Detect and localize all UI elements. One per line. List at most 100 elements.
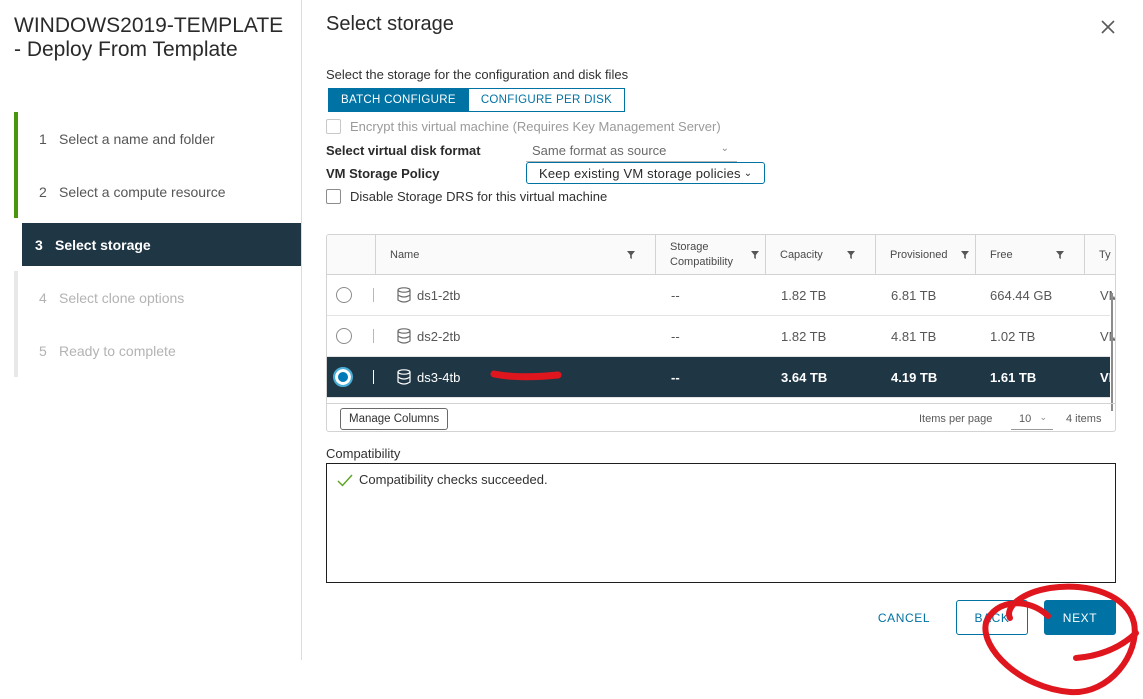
column-title: Provisioned — [890, 248, 948, 261]
disk-format-value: Same format as source — [532, 143, 667, 158]
column-title: Capacity — [780, 248, 823, 261]
column-title: Free — [990, 248, 1013, 261]
datastore-name: ds2-2tb — [417, 328, 461, 344]
datastore-icon — [397, 369, 411, 385]
column-title: Storage Compatibility — [670, 241, 733, 268]
filter-icon[interactable] — [846, 250, 856, 260]
column-header-free[interactable]: Free — [975, 235, 1085, 275]
storage-policy-value: Keep existing VM storage policies — [539, 165, 741, 181]
free-cell: 664.44 GB — [990, 287, 1053, 303]
column-header-name[interactable]: Name — [375, 235, 656, 275]
row-radio-selected[interactable] — [333, 367, 353, 387]
encrypt-checkbox[interactable] — [326, 119, 341, 134]
wizard-title: WINDOWS2019-TEMPLATE - Deploy From Templ… — [14, 14, 284, 61]
back-button[interactable]: BACK — [956, 600, 1028, 635]
batch-configure-button[interactable]: BATCH CONFIGURE — [328, 88, 469, 112]
compatibility-label: Compatibility — [326, 446, 401, 461]
free-cell: 1.02 TB — [990, 328, 1036, 344]
close-icon[interactable] — [1099, 18, 1117, 36]
capacity-cell: 1.82 TB — [781, 328, 827, 344]
cell-divider — [373, 370, 374, 384]
free-cell: 1.61 TB — [990, 369, 1037, 385]
column-header-type[interactable]: Ty — [1084, 235, 1115, 275]
datastore-name: ds3-4tb — [417, 369, 461, 385]
disable-drs-row: Disable Storage DRS for this virtual mac… — [326, 189, 607, 204]
disk-format-select[interactable]: Same format as source ⌄ — [526, 140, 737, 162]
column-header-capacity[interactable]: Capacity — [765, 235, 876, 275]
compatibility-text: Compatibility checks succeeded. — [359, 472, 548, 487]
step-label: Ready to complete — [59, 342, 176, 359]
chevron-down-icon: ⌄ — [720, 143, 729, 154]
cell-divider — [373, 288, 374, 302]
column-title: Name — [390, 248, 420, 261]
cell-divider — [373, 329, 374, 343]
wizard-step-select-storage[interactable]: 3 Select storage — [22, 223, 301, 266]
datastore-name: ds1-2tb — [417, 287, 461, 303]
filter-icon[interactable] — [626, 250, 636, 260]
filter-icon[interactable] — [960, 250, 970, 260]
type-cell: VM — [1100, 328, 1115, 344]
wizard-step-compute-resource[interactable]: 2 Select a compute resource — [14, 165, 302, 218]
configure-per-disk-button[interactable]: CONFIGURE PER DISK — [468, 88, 626, 112]
step-number: 5 — [39, 342, 47, 359]
step-label: Select clone options — [59, 289, 185, 306]
disk-format-row: Select virtual disk format Same format a… — [326, 143, 746, 162]
step-number: 1 — [39, 130, 47, 147]
step-number: 4 — [39, 289, 47, 306]
storage-instruction: Select the storage for the configuration… — [326, 67, 629, 82]
configure-mode-toggle: BATCH CONFIGURE CONFIGURE PER DISK — [328, 88, 626, 112]
disk-format-label: Select virtual disk format — [326, 143, 481, 158]
column-header-provisioned[interactable]: Provisioned — [875, 235, 976, 275]
datastore-icon — [397, 328, 411, 344]
table-row[interactable]: ds2-2tb -- 1.82 TB 4.81 TB 1.02 TB VM — [327, 316, 1115, 357]
capacity-cell: 1.82 TB — [781, 287, 827, 303]
encrypt-row: Encrypt this virtual machine (Requires K… — [326, 119, 721, 134]
storage-compat-cell: -- — [671, 328, 680, 344]
items-per-page-select[interactable]: 10 ⌄ — [1011, 408, 1053, 430]
manage-columns-button[interactable]: Manage Columns — [340, 408, 449, 430]
provisioned-cell: 4.19 TB — [891, 369, 938, 385]
disable-drs-label: Disable Storage DRS for this virtual mac… — [350, 189, 608, 204]
table-row-selected[interactable]: ds3-4tb -- 3.64 TB 4.19 TB 1.61 TB VM — [327, 357, 1115, 398]
filter-icon[interactable] — [1055, 250, 1065, 260]
wizard-step-clone-options: 4 Select clone options — [14, 271, 302, 324]
main-panel: Select storage Select the storage for th… — [326, 0, 1116, 699]
filter-icon[interactable] — [750, 250, 760, 260]
cancel-button[interactable]: CANCEL — [866, 600, 942, 635]
disable-drs-checkbox[interactable] — [326, 189, 341, 204]
step-label: Select storage — [55, 236, 151, 253]
type-cell: VM — [1100, 369, 1115, 385]
storage-policy-label: VM Storage Policy — [326, 166, 440, 181]
check-icon — [337, 474, 353, 487]
capacity-cell: 3.64 TB — [781, 369, 828, 385]
storage-policy-row: VM Storage Policy Keep existing VM stora… — [326, 162, 786, 184]
storage-compat-cell: -- — [671, 369, 680, 385]
wizard-step-ready-to-complete: 5 Ready to complete — [14, 324, 302, 377]
step-label: Select a compute resource — [59, 183, 226, 200]
next-button[interactable]: NEXT — [1044, 600, 1116, 635]
grid-scrollbar[interactable] — [1111, 293, 1113, 411]
compatibility-panel: Compatibility checks succeeded. — [326, 463, 1116, 583]
items-per-page-label: Items per page — [919, 413, 993, 425]
row-radio[interactable] — [336, 287, 352, 303]
grid-footer: Manage Columns Items per page 10 ⌄ 4 ite… — [327, 403, 1115, 431]
compatibility-message: Compatibility checks succeeded. — [337, 472, 548, 487]
column-title: Ty — [1099, 248, 1111, 261]
datastore-grid: Name Storage Compatibility Capacity Prov… — [326, 234, 1116, 432]
table-row[interactable]: ds1-2tb -- 1.82 TB 6.81 TB 664.44 GB VM — [327, 275, 1115, 316]
step-number: 3 — [35, 236, 43, 253]
chevron-down-icon: ⌄ — [1039, 412, 1047, 422]
provisioned-cell: 6.81 TB — [891, 287, 937, 303]
datastore-icon — [397, 287, 411, 303]
grid-header: Name Storage Compatibility Capacity Prov… — [327, 235, 1115, 275]
row-radio[interactable] — [336, 328, 352, 344]
items-per-page-value: 10 — [1019, 412, 1032, 425]
step-number: 2 — [39, 183, 47, 200]
type-cell: VM — [1100, 287, 1115, 303]
step-label: Select a name and folder — [59, 130, 215, 147]
chevron-down-icon: ⌄ — [743, 167, 753, 179]
wizard-step-name-folder[interactable]: 1 Select a name and folder — [14, 112, 302, 165]
encrypt-label: Encrypt this virtual machine (Requires K… — [350, 119, 721, 134]
storage-policy-dropdown[interactable]: Keep existing VM storage policies ⌄ — [526, 162, 766, 184]
column-header-storage-compat[interactable]: Storage Compatibility — [655, 235, 766, 275]
